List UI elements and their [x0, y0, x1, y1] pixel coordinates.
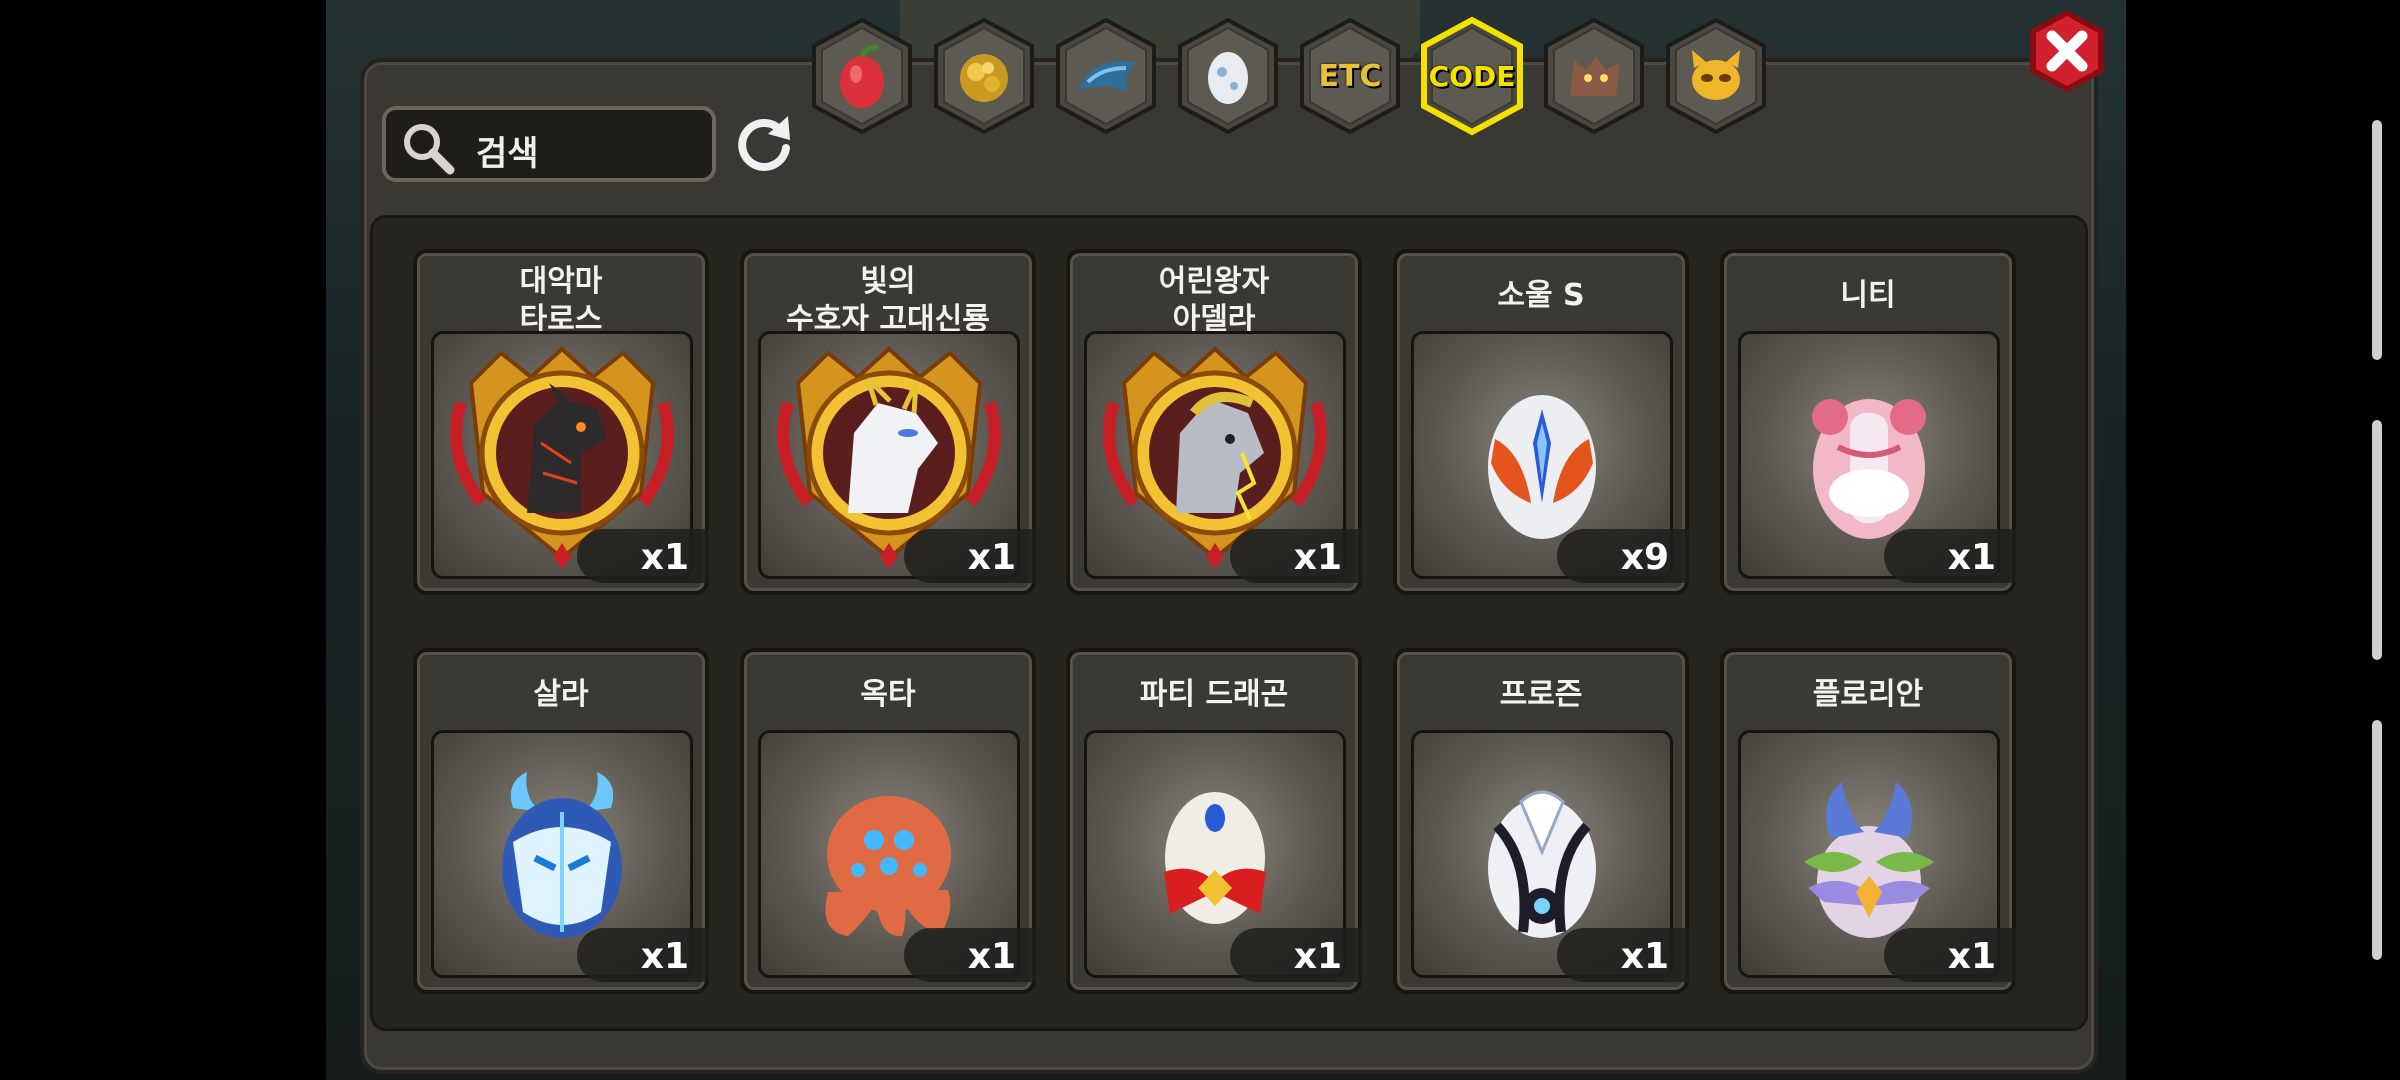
quantity-value: x1 [1293, 936, 1342, 977]
item-card[interactable]: 프로즌 x1 [1393, 648, 1689, 994]
quantity-value: x1 [1947, 936, 1996, 977]
quantity-value: x1 [640, 936, 689, 977]
tab-werewolf[interactable] [1540, 16, 1648, 136]
quantity-badge: x1 [904, 928, 1036, 982]
quantity-value: x1 [1947, 537, 1996, 578]
scrollbar-thumb[interactable] [2372, 420, 2382, 660]
search-icon [404, 124, 455, 175]
quantity-value: x1 [640, 537, 689, 578]
item-card[interactable]: 플로리안 x1 [1720, 648, 2016, 994]
quantity-badge: x1 [577, 928, 709, 982]
item-name: 대악마 타로스 [519, 264, 603, 337]
tab-dragon-wing[interactable] [1052, 16, 1160, 136]
tab-gold-ore[interactable] [930, 16, 1038, 136]
code-tab[interactable]: CODE [1418, 16, 1526, 136]
item-name: 어린왕자 아델라 [1158, 264, 1270, 337]
quantity-badge: x1 [577, 529, 709, 583]
quantity-badge: x9 [1557, 529, 1689, 583]
etc-tab[interactable]: ETC [1296, 16, 1404, 136]
scrollbar-thumb[interactable] [2372, 720, 2382, 960]
gold-ore-icon [960, 54, 1008, 102]
search-placeholder: 검색 [476, 134, 539, 174]
item-name: 살라 [533, 677, 589, 712]
quantity-value: x9 [1620, 537, 1669, 578]
item-card[interactable]: 옥타 x1 [740, 648, 1036, 994]
quantity-badge: x1 [1230, 928, 1362, 982]
item-card[interactable]: 어린왕자 아델라 x1 [1066, 249, 1362, 595]
item-name: 니티 [1840, 278, 1896, 313]
egg-icon [1208, 52, 1248, 104]
tab-label: CODE [1428, 59, 1516, 93]
item-name: 빛의 수호자 고대신룡 [786, 264, 990, 337]
search-input[interactable]: 검색 [382, 106, 716, 182]
item-name: 파티 드래곤 [1139, 677, 1289, 712]
tab-egg[interactable] [1174, 16, 1282, 136]
item-card[interactable]: 빛의 수호자 고대신룡 x1 [740, 249, 1036, 595]
item-name: 플로리안 [1812, 677, 1924, 712]
item-name: 프로즌 [1499, 677, 1583, 712]
tab-label: ETC [1318, 58, 1382, 94]
close-icon[interactable] [2024, 6, 2110, 96]
item-card[interactable]: 살라 x1 [413, 648, 709, 994]
quantity-badge: x1 [1557, 928, 1689, 982]
item-card[interactable]: 니티 x1 [1720, 249, 2016, 595]
quantity-value: x1 [1620, 936, 1669, 977]
quantity-badge: x1 [904, 529, 1036, 583]
scrollbar-thumb[interactable] [2372, 120, 2382, 360]
item-name: 소울 S [1497, 278, 1585, 313]
quantity-value: x1 [1293, 537, 1342, 578]
quantity-value: x1 [967, 936, 1016, 977]
quantity-badge: x1 [1230, 529, 1362, 583]
tab-pet-mask[interactable] [1662, 16, 1770, 136]
item-card[interactable]: 소울 S x9 [1393, 249, 1689, 595]
item-card[interactable]: 대악마 타로스 x1 [413, 249, 709, 595]
refresh-icon[interactable] [732, 110, 796, 174]
item-card[interactable]: 파티 드래곤 x1 [1066, 648, 1362, 994]
tab-fruit[interactable] [808, 16, 916, 136]
quantity-badge: x1 [1884, 928, 2016, 982]
quantity-value: x1 [967, 537, 1016, 578]
item-name: 옥타 [860, 677, 916, 712]
quantity-badge: x1 [1884, 529, 2016, 583]
